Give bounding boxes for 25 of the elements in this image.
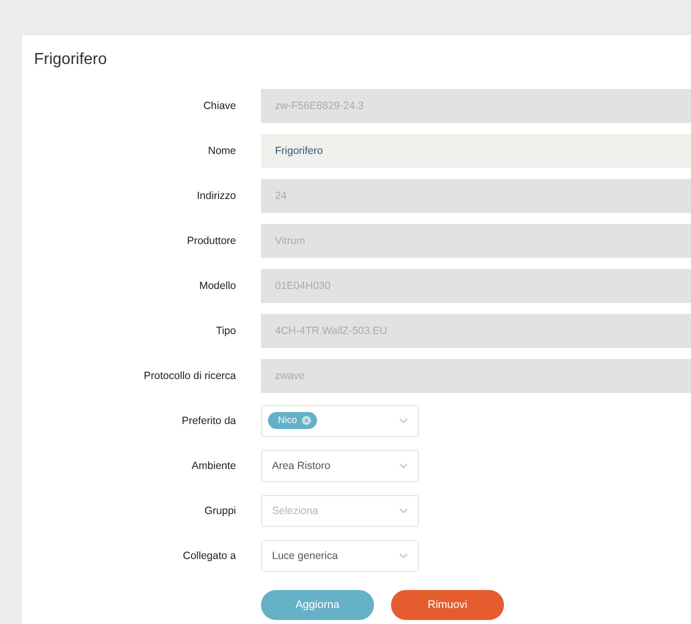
- field-label: Indirizzo: [196, 190, 236, 202]
- tag: Nico: [268, 412, 318, 429]
- card-title: Frigorifero: [34, 51, 108, 69]
- field-label: Tipo: [214, 324, 236, 336]
- select-field[interactable]: Seleziona: [261, 494, 419, 526]
- update-button[interactable]: Aggiorna: [261, 590, 374, 620]
- remove-button[interactable]: Rimuovi: [391, 590, 504, 620]
- field-label: Produttore: [186, 234, 236, 246]
- caret-icon: [399, 552, 408, 558]
- select-field[interactable]: Area Ristoro: [261, 450, 419, 482]
- caret-icon: [399, 508, 408, 514]
- field-label: Ambiente: [190, 460, 236, 472]
- tag-select[interactable]: Nico: [261, 404, 419, 436]
- text-field[interactable]: Frigorifero: [261, 134, 691, 168]
- select-field[interactable]: Luce generica: [261, 540, 419, 572]
- remove-icon[interactable]: [302, 416, 312, 425]
- field-label: Preferito da: [180, 414, 236, 426]
- caret-icon: [399, 462, 408, 468]
- field-label: Modello: [198, 280, 236, 292]
- field-label: Nome: [206, 144, 236, 156]
- field-label: Gruppi: [203, 504, 236, 516]
- field-label: Chiave: [202, 100, 236, 112]
- caret-icon: [399, 418, 408, 424]
- field-label: Collegato a: [182, 550, 236, 562]
- field-label: Protocollo di ricerca: [142, 370, 236, 382]
